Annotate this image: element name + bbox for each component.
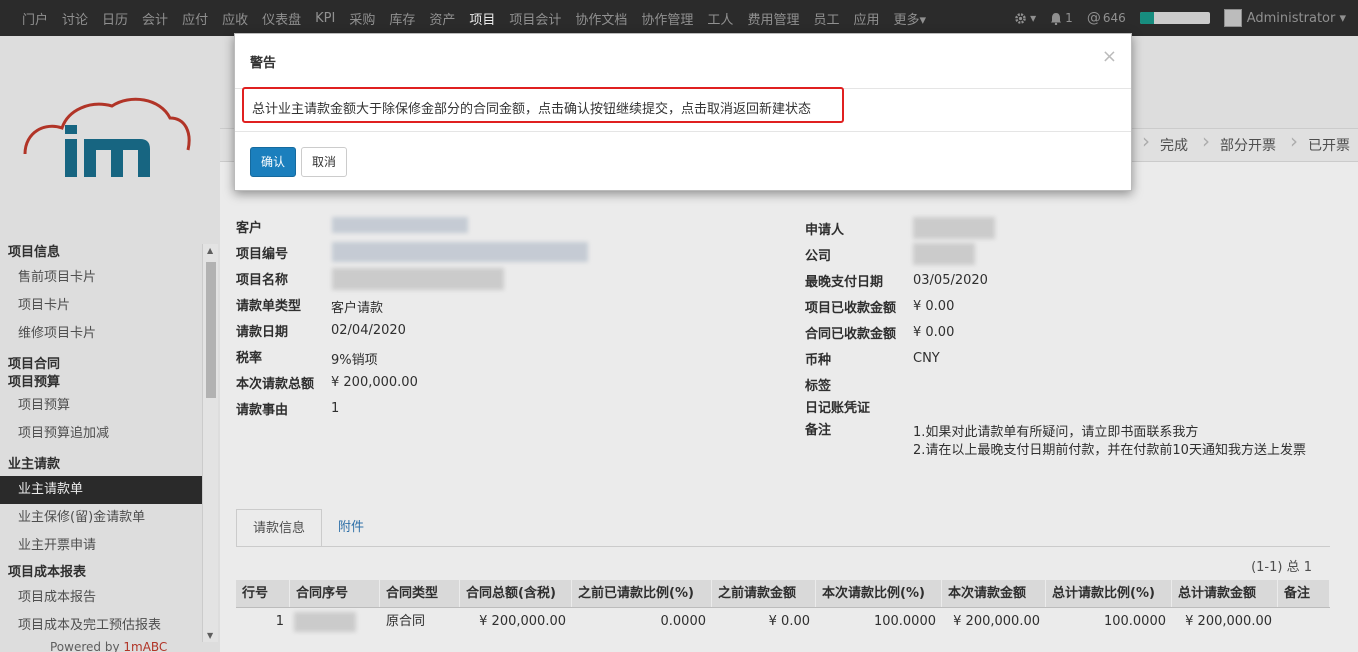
dialog-message: 总计业主请款金额大于除保修金部分的合同金额，点击确认按钮继续提交，点击取消返回新… <box>242 87 844 123</box>
dialog-title: 警告 <box>250 56 277 71</box>
dialog-divider-bottom <box>235 131 1131 132</box>
cancel-button[interactable]: 取消 <box>301 147 347 177</box>
confirm-button[interactable]: 确认 <box>250 147 296 177</box>
warning-dialog: 警告 × 总计业主请款金额大于除保修金部分的合同金额，点击确认按钮继续提交，点击… <box>234 33 1132 191</box>
close-icon[interactable]: × <box>1102 46 1117 67</box>
